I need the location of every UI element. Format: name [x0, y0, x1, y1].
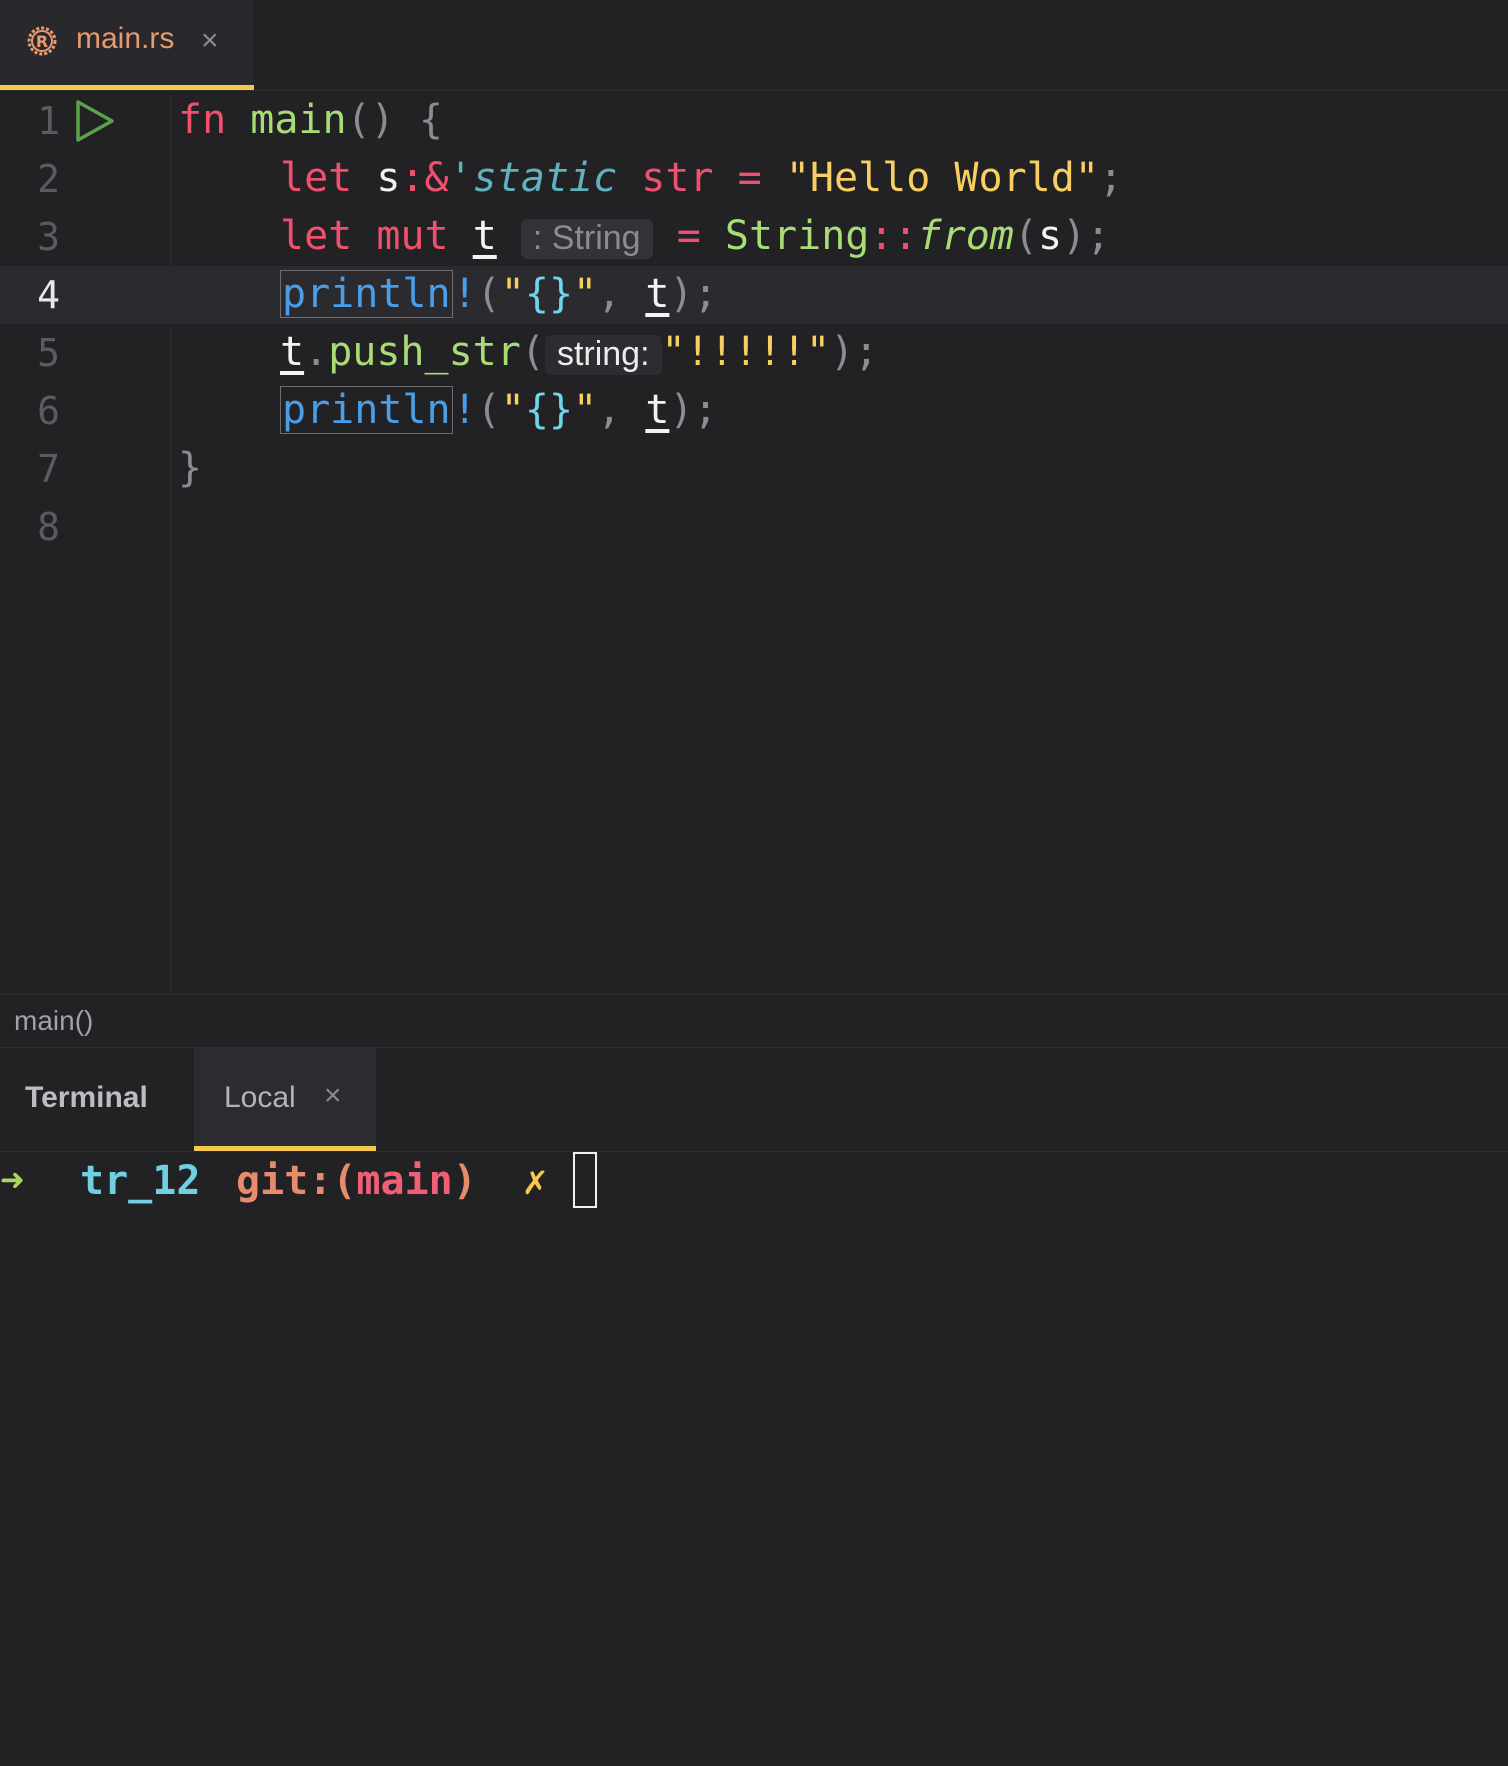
code-editor[interactable]: 1 2 3 4 5 6 7 8 fn main() { let s:&'stat… [0, 91, 1508, 994]
ampersand: & [424, 155, 449, 201]
svg-text:R: R [36, 32, 48, 51]
line-number: 1 [37, 99, 60, 143]
tab-label: main.rs [76, 22, 175, 55]
tab-active-indicator [194, 1146, 376, 1151]
breadcrumb[interactable]: main() [14, 1005, 93, 1037]
code-line-1: fn main() { [178, 91, 443, 149]
argument: s [1037, 213, 1063, 259]
method: push_str [328, 329, 521, 375]
editor-tab-bar: R main.rs × [0, 0, 1508, 91]
semicolon: ; [1098, 155, 1123, 201]
tab-main-rs[interactable]: R main.rs × [0, 0, 254, 90]
line-number-active: 4 [37, 273, 60, 317]
macro-bang: ! [452, 387, 477, 433]
parens: () [346, 97, 395, 143]
type: String [724, 213, 870, 259]
format-placeholder: {} [524, 271, 574, 317]
equals: = [737, 155, 762, 201]
line-number: 8 [37, 505, 60, 549]
code-line-4: println!("{}", t); [280, 265, 718, 323]
git-suffix: ) [452, 1158, 477, 1204]
format-placeholder: {} [524, 387, 574, 433]
keyword: mut [376, 213, 449, 259]
string-literal: "Hello World" [785, 155, 1099, 201]
lifetime: 'static [448, 155, 618, 201]
equals: = [676, 213, 701, 259]
run-play-icon[interactable] [72, 99, 116, 143]
terminal-header: Terminal Local × [0, 1047, 1508, 1152]
breadcrumb-bar: main() [0, 994, 1508, 1048]
prompt-directory: tr_12 [80, 1158, 201, 1204]
macro-bang: ! [452, 271, 477, 317]
prompt-arrow-icon: ➜ [0, 1158, 25, 1204]
keyword: fn [178, 97, 227, 143]
type: str [641, 155, 714, 201]
paren-semicolon: ); [830, 329, 879, 375]
quote: " [573, 387, 598, 433]
quote: " [573, 271, 598, 317]
brace: } [178, 445, 203, 491]
argument: t [645, 271, 670, 317]
prompt-git: git:(main) [236, 1156, 477, 1206]
variable: s [376, 155, 401, 201]
line-number: 3 [37, 215, 60, 259]
paren-semicolon: ); [1062, 213, 1111, 259]
variable: t [472, 213, 497, 259]
terminal-tab-label: Local [224, 1081, 296, 1114]
macro-name: println [280, 270, 453, 318]
keyword: let [280, 213, 353, 259]
current-line-highlight [0, 266, 1508, 324]
paren-semicolon: ); [669, 271, 718, 317]
git-prefix: git:( [236, 1158, 357, 1204]
comma: , [597, 271, 622, 317]
line-number: 6 [37, 389, 60, 433]
code-line-2: let s:&'static str = "Hello World"; [280, 149, 1123, 207]
tab-active-indicator [0, 85, 254, 90]
tab-close-icon[interactable]: × [201, 23, 219, 59]
paren-semicolon: ); [669, 387, 718, 433]
function-name: main [250, 97, 347, 143]
paren: ( [476, 271, 501, 317]
paren: ( [476, 387, 501, 433]
colon: : [400, 155, 425, 201]
line-number: 5 [37, 331, 60, 375]
terminal-cursor[interactable] [573, 1152, 597, 1208]
paren: ( [1013, 213, 1038, 259]
code-line-5: t.push_str(string: "!!!!!"); [280, 323, 878, 383]
string-literal: "!!!!!" [661, 329, 831, 375]
line-number: 7 [37, 447, 60, 491]
gutter-separator [170, 91, 171, 994]
code-line-3: let mut t : String = String::from(s); [280, 207, 1110, 267]
paren: ( [520, 329, 545, 375]
git-dirty-icon: ✗ [523, 1158, 548, 1204]
git-branch: main [356, 1158, 453, 1204]
keyword: let [280, 155, 353, 201]
method: from [917, 213, 1014, 259]
variable: t [280, 329, 305, 375]
close-icon[interactable]: × [324, 1079, 342, 1113]
terminal-tab-local[interactable]: Local × [194, 1047, 376, 1151]
code-line-7: } [178, 439, 202, 497]
quote: " [500, 387, 525, 433]
code-line-6: println!("{}", t); [280, 381, 718, 439]
type-inlay-hint: : String [520, 219, 653, 259]
line-number: 2 [37, 157, 60, 201]
quote: " [500, 271, 525, 317]
argument: t [645, 387, 670, 433]
path-separator: :: [869, 213, 918, 259]
dot: . [304, 329, 329, 375]
terminal-title: Terminal [25, 1081, 148, 1114]
rust-file-icon: R [27, 26, 57, 56]
brace: { [418, 97, 443, 143]
comma: , [597, 387, 622, 433]
parameter-inlay-hint: string: [544, 335, 662, 375]
macro-name: println [280, 386, 453, 434]
